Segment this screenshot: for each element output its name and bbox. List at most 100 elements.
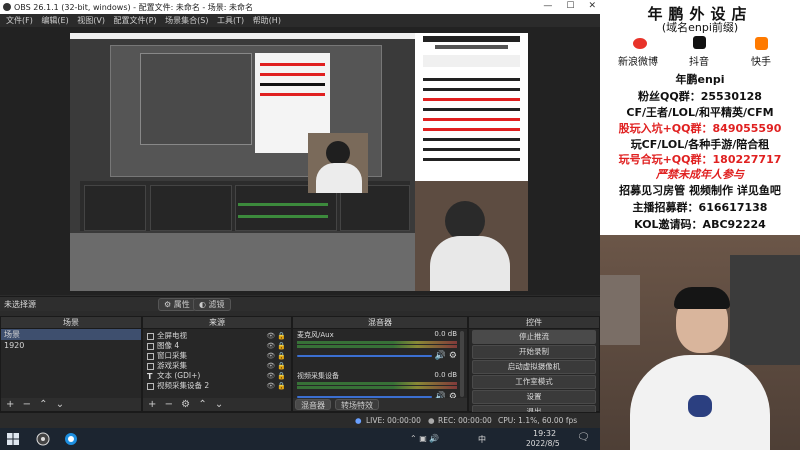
- mixer-track-level: 0.0 dB: [434, 330, 457, 338]
- visibility-lock-icons[interactable]: 👁🔒: [266, 331, 288, 341]
- cabinet: [600, 275, 640, 345]
- taskbar-date: 2022/8/5: [526, 439, 560, 448]
- maximize-icon[interactable]: ☐: [566, 1, 574, 11]
- mixer-track-level: 0.0 dB: [434, 371, 457, 379]
- visibility-lock-icons[interactable]: 👁🔒: [266, 351, 288, 361]
- source-item[interactable]: 游戏采集 👁🔒: [143, 361, 291, 371]
- source-item[interactable]: 全屏电视 👁🔒: [143, 331, 291, 341]
- live-icon: ●: [355, 416, 362, 425]
- controls-dock: 控件 停止推流 开始录制 启动虚拟摄像机 工作室模式 设置 退出: [468, 316, 600, 419]
- ime-indicator[interactable]: 中: [478, 434, 486, 445]
- source-item[interactable]: 图像 4 👁🔒: [143, 341, 291, 351]
- obs-taskbar-icon[interactable]: [36, 432, 50, 446]
- scene-item[interactable]: 场景: [1, 329, 141, 340]
- live-timer: LIVE: 00:00:00: [366, 416, 421, 425]
- notification-icon[interactable]: 🗨: [577, 432, 590, 443]
- source-settings-icon[interactable]: ⚙: [181, 399, 190, 410]
- nested-webcam-small: [308, 133, 368, 193]
- text-icon: T: [147, 371, 153, 381]
- controls-header: 控件: [469, 317, 599, 329]
- minimize-icon[interactable]: —: [543, 1, 552, 11]
- source-label: 窗口采集: [157, 351, 187, 360]
- stop-streaming-button[interactable]: 停止推流: [472, 330, 596, 344]
- rec-timer: REC: 00:00:00: [438, 416, 492, 425]
- display-icon: [147, 332, 154, 340]
- move-up-icon[interactable]: ⌃: [198, 399, 206, 410]
- visibility-lock-icons[interactable]: 👁🔒: [266, 361, 288, 371]
- shirt-logo: [688, 395, 712, 417]
- menu-view[interactable]: 视图(V): [77, 14, 105, 27]
- tab-transitions[interactable]: 转场特效: [335, 399, 379, 410]
- source-label: 全屏电视: [157, 331, 187, 340]
- audio-meter: [297, 382, 457, 385]
- audio-meter: [297, 341, 457, 344]
- menu-scene-collection[interactable]: 场景集合(S): [165, 14, 208, 27]
- virtual-camera-button[interactable]: 启动虚拟摄像机: [472, 360, 596, 374]
- move-down-icon[interactable]: ⌄: [56, 399, 64, 410]
- overlay-line: CF/王者/LOL/和平精英/CFM: [626, 106, 774, 119]
- mixer-dock: 混音器 麦克风/Aux 0.0 dB 🔊 ⚙ 视频采集设备 0.0 dB 🔊 ⚙ 混…: [292, 316, 468, 412]
- obs-logo-icon: [3, 3, 11, 11]
- studio-mode-button[interactable]: 工作室模式: [472, 375, 596, 389]
- scene-item[interactable]: 1920: [1, 340, 141, 351]
- webcam-feed: [600, 235, 800, 450]
- no-source-label: 未选择源: [4, 300, 36, 309]
- visibility-lock-icons[interactable]: 👁🔒: [266, 371, 288, 381]
- image-icon: [147, 342, 154, 350]
- remove-source-icon[interactable]: −: [165, 399, 173, 410]
- menu-bar: 文件(F) 编辑(E) 视图(V) 配置文件(P) 场景集合(S) 工具(T) …: [0, 14, 600, 27]
- source-item[interactable]: T 文本 (GDI+) 👁🔒: [143, 371, 291, 381]
- mixer-header: 混音器: [293, 317, 467, 329]
- menu-edit[interactable]: 编辑(E): [41, 14, 68, 27]
- add-scene-icon[interactable]: +: [6, 399, 14, 410]
- overlay-line: 粉丝QQ群：25530128: [638, 90, 762, 103]
- visibility-lock-icons[interactable]: 👁🔒: [266, 381, 288, 391]
- tab-mixer[interactable]: 混音器: [295, 399, 331, 410]
- menu-tools[interactable]: 工具(T): [217, 14, 244, 27]
- sources-dock: 来源 全屏电视 👁🔒 图像 4 👁🔒 窗口采集 👁🔒 游戏采集 👁🔒 T 文本 (GDI+…: [142, 316, 292, 412]
- scenes-header: 场景: [1, 317, 141, 329]
- filters-button[interactable]: ◐ 滤镜: [193, 298, 231, 311]
- taskbar: ⌃ ▣ 🔊 中 19:32 2022/8/5 🗨: [0, 428, 600, 450]
- window-title: OBS 26.1.1 (32-bit, windows) - 配置文件: 未命名…: [14, 3, 254, 12]
- nested-overlay-panel: [415, 33, 528, 181]
- add-source-icon[interactable]: +: [148, 399, 156, 410]
- overlay-line: 主播招募群：616617138: [632, 201, 768, 214]
- source-item[interactable]: 视频采集设备 2 👁🔒: [143, 381, 291, 391]
- mixer-scrollbar[interactable]: [460, 331, 464, 397]
- source-item[interactable]: 窗口采集 👁🔒: [143, 351, 291, 361]
- properties-button[interactable]: ⚙ 属性: [158, 298, 196, 311]
- stream-overlay-panel: 年鹏外设店 (域名enpi前缀) 新浪微博 抖音 快手 年鹏enpi 粉丝QQ群…: [600, 0, 800, 235]
- volume-slider[interactable]: [297, 355, 432, 357]
- menu-help[interactable]: 帮助(H): [253, 14, 281, 27]
- preview-canvas[interactable]: [70, 33, 528, 291]
- rec-icon: ●: [428, 416, 435, 425]
- start-recording-button[interactable]: 开始录制: [472, 345, 596, 359]
- audio-meter: [297, 345, 457, 348]
- menu-profile[interactable]: 配置文件(P): [114, 14, 157, 27]
- title-bar: OBS 26.1.1 (32-bit, windows) - 配置文件: 未命名…: [0, 0, 600, 14]
- cpu-fps: CPU: 1.1%, 60.00 fps: [498, 416, 578, 425]
- windows-start-icon[interactable]: [6, 432, 20, 446]
- taskbar-time: 19:32: [533, 429, 557, 438]
- move-up-icon[interactable]: ⌃: [39, 399, 47, 410]
- audio-meter: [297, 386, 457, 389]
- tray-icons[interactable]: ⌃ ▣ 🔊: [410, 434, 439, 443]
- app-taskbar-icon[interactable]: [64, 432, 78, 446]
- gear-icon[interactable]: ⚙: [449, 351, 457, 361]
- filters-label: 滤镜: [208, 300, 225, 309]
- close-icon[interactable]: ✕: [588, 1, 596, 11]
- overlay-line: 玩号合玩+QQ群：180227717: [618, 153, 782, 166]
- move-down-icon[interactable]: ⌄: [215, 399, 223, 410]
- overlay-subtitle: (域名enpi前缀): [661, 21, 739, 34]
- source-label: 文本 (GDI+): [157, 371, 201, 380]
- remove-scene-icon[interactable]: −: [23, 399, 31, 410]
- speaker-icon[interactable]: 🔊: [435, 351, 446, 361]
- sources-header: 来源: [143, 317, 291, 329]
- overlay-line: 招募见习房管 视频制作 详见鱼吧: [619, 184, 781, 197]
- source-label: 游戏采集: [157, 361, 187, 370]
- visibility-lock-icons[interactable]: 👁🔒: [266, 341, 288, 351]
- weibo-icon: [633, 38, 647, 49]
- menu-file[interactable]: 文件(F): [6, 14, 33, 27]
- settings-button[interactable]: 设置: [472, 390, 596, 404]
